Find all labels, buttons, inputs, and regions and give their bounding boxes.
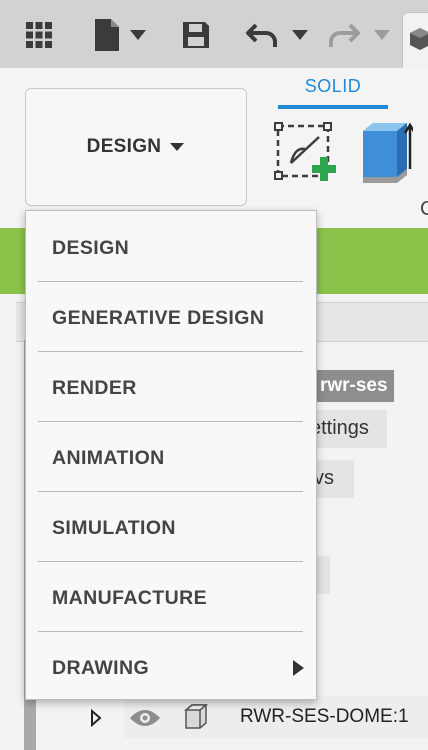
- menu-divider: [38, 351, 303, 352]
- file-menu-chevron-down-icon[interactable]: [127, 27, 149, 43]
- menu-divider: [38, 281, 303, 282]
- menu-item-label: DESIGN: [52, 236, 130, 259]
- menu-item-design[interactable]: DESIGN: [26, 213, 316, 283]
- redo-chevron-down-icon[interactable]: [371, 27, 393, 43]
- menu-item-label: RENDER: [52, 376, 137, 399]
- tab-solid[interactable]: SOLID: [278, 76, 388, 108]
- menu-item-label: DRAWING: [52, 656, 150, 679]
- menu-divider: [38, 421, 303, 422]
- undo-icon[interactable]: [245, 20, 279, 50]
- file-menu-icon[interactable]: [92, 16, 122, 54]
- undo-chevron-down-icon[interactable]: [289, 27, 311, 43]
- browser-tree-item-label[interactable]: RWR-SES-DOME:1: [240, 706, 409, 728]
- menu-item-manufacture[interactable]: MANUFACTURE: [26, 563, 316, 633]
- component-box-icon: [182, 702, 210, 732]
- visibility-eye-icon[interactable]: [128, 706, 162, 730]
- document-cube-icon: [410, 28, 428, 50]
- tab-solid-underline: [278, 105, 388, 109]
- redo-icon[interactable]: [327, 20, 361, 50]
- menu-item-label: ANIMATION: [52, 446, 165, 469]
- save-icon[interactable]: [180, 19, 212, 51]
- menu-item-drawing[interactable]: DRAWING: [26, 633, 316, 703]
- expand-triangle-icon[interactable]: [88, 708, 104, 728]
- toolbar-ribbon: DESIGN SOLID C: [0, 68, 428, 228]
- menu-item-generative-design[interactable]: GENERATIVE DESIGN: [26, 283, 316, 353]
- document-tab[interactable]: [402, 12, 428, 70]
- workspace-switcher-label: DESIGN: [86, 136, 162, 157]
- submenu-arrow-icon: [293, 660, 304, 676]
- quick-access-toolbar: [0, 0, 428, 70]
- workspace-dropdown-menu: DESIGN GENERATIVE DESIGN RENDER ANIMATIO…: [25, 210, 317, 700]
- caret-down-icon: [170, 143, 185, 151]
- menu-item-label: GENERATIVE DESIGN: [52, 306, 265, 329]
- menu-divider: [38, 561, 303, 562]
- workspace-switcher-button[interactable]: DESIGN: [25, 88, 247, 206]
- ribbon-partial-label: C: [420, 198, 428, 220]
- create-sketch-icon[interactable]: [272, 120, 342, 184]
- menu-item-label: SIMULATION: [52, 516, 176, 539]
- menu-divider: [38, 631, 303, 632]
- menu-item-simulation[interactable]: SIMULATION: [26, 493, 316, 563]
- menu-divider: [38, 491, 303, 492]
- menu-item-render[interactable]: RENDER: [26, 353, 316, 423]
- extrude-box-icon[interactable]: [358, 118, 414, 186]
- menu-item-label: MANUFACTURE: [52, 586, 207, 609]
- data-panel-grid-icon[interactable]: [24, 20, 54, 50]
- menu-item-animation[interactable]: ANIMATION: [26, 423, 316, 493]
